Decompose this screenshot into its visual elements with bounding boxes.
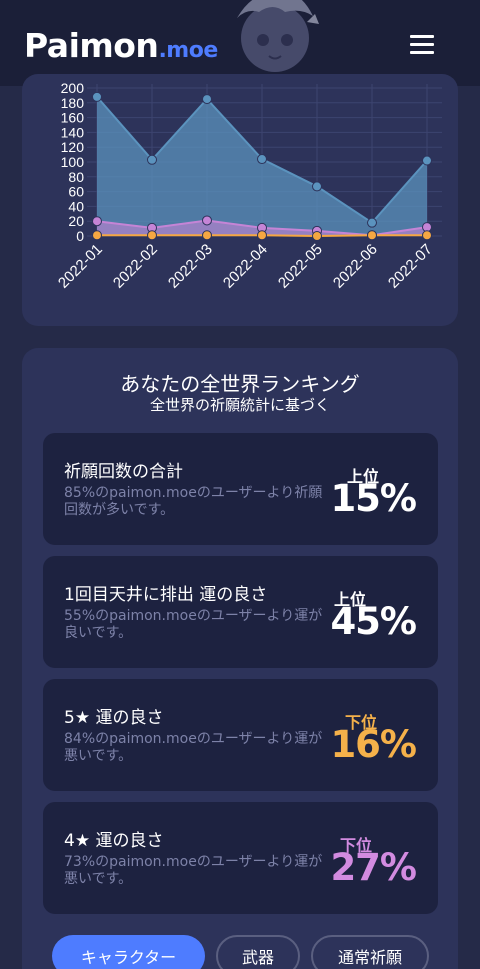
- stat-label: 5★ 運の良さ: [64, 708, 164, 728]
- stat-4star-luck: 4★ 運の良さ 73%のpaimon.moeのユーザーより運が悪いです。 下位 …: [43, 802, 438, 914]
- data-point: [202, 215, 212, 226]
- data-point: [92, 91, 102, 102]
- data-point: [147, 230, 157, 241]
- stat-percent: 45%: [330, 600, 417, 643]
- tab-weapon[interactable]: 武器: [216, 935, 300, 969]
- y-tick-label: 200: [61, 80, 85, 96]
- y-tick-label: 80: [68, 169, 84, 185]
- pull-history-chart: 0204060801001201401601802002022-01 2022-0…: [55, 80, 442, 292]
- x-tick-label: 2022-05: [275, 241, 326, 292]
- x-tick-label: 2022-01: [55, 241, 106, 292]
- stat-label: 1回目天井に排出 運の良さ: [64, 585, 268, 605]
- y-tick-label: 40: [68, 198, 84, 214]
- data-point: [92, 230, 102, 241]
- data-point: [367, 230, 377, 241]
- x-tick-label: 2022-02: [110, 241, 161, 292]
- x-tick-label: 2022-06: [330, 241, 381, 292]
- y-tick-label: 160: [61, 110, 85, 126]
- data-point: [92, 216, 102, 227]
- y-tick-label: 120: [61, 139, 85, 155]
- ranking-subtitle: 全世界の祈願統計に基づく: [149, 396, 330, 414]
- y-tick-label: 20: [68, 213, 84, 229]
- data-point: [257, 230, 267, 241]
- ranking-title: あなたの全世界ランキング: [120, 372, 360, 396]
- stat-first-pity-luck: 1回目天井に排出 運の良さ 55%のpaimon.moeのユーザーより運が良いで…: [43, 556, 438, 668]
- stat-total-wishes: 祈願回数の合計 85%のpaimon.moeのユーザーより祈願回数が多いです。 …: [43, 433, 438, 545]
- stat-percent: 27%: [330, 846, 417, 889]
- stat-description: 55%のpaimon.moeのユーザーより運が良いです。: [64, 608, 323, 641]
- stat-percent: 15%: [330, 477, 417, 520]
- y-tick-label: 140: [61, 124, 85, 140]
- data-point: [422, 155, 432, 166]
- stat-description: 85%のpaimon.moeのユーザーより祈願回数が多いです。: [64, 485, 323, 518]
- stat-5star-luck: 5★ 運の良さ 84%のpaimon.moeのユーザーより運が悪いです。 下位 …: [43, 679, 438, 791]
- y-tick-label: 0: [76, 228, 84, 244]
- data-point: [422, 230, 432, 241]
- tab-character[interactable]: キャラクター: [52, 935, 205, 969]
- data-point: [312, 181, 322, 192]
- tab-standard[interactable]: 通常祈願: [311, 935, 429, 969]
- logo-main-text: Paimon: [24, 26, 159, 65]
- stat-description: 73%のpaimon.moeのユーザーより運が悪いです。: [64, 854, 323, 887]
- data-point: [257, 154, 267, 165]
- y-tick-label: 100: [61, 154, 85, 170]
- pull-history-chart-card: 0 20 40 60 80 100 120 140 160 180 200 2022-01 2022-0…: [22, 74, 458, 326]
- data-point: [312, 231, 322, 241]
- stat-description: 84%のpaimon.moeのユーザーより運が悪いです。: [64, 731, 323, 764]
- x-tick-label: 2022-03: [165, 241, 216, 292]
- y-tick-label: 180: [61, 95, 85, 111]
- y-tick-label: 60: [68, 184, 84, 200]
- site-logo[interactable]: Paimon.moe: [24, 26, 218, 65]
- data-point: [147, 154, 157, 165]
- data-point: [202, 230, 212, 241]
- hamburger-menu-icon[interactable]: [404, 32, 440, 58]
- stat-label: 祈願回数の合計: [64, 462, 183, 482]
- x-tick-label: 2022-04: [220, 241, 271, 292]
- data-point: [367, 217, 377, 228]
- stat-label: 4★ 運の良さ: [64, 831, 164, 851]
- data-point: [202, 94, 212, 105]
- stat-percent: 16%: [330, 723, 417, 766]
- logo-suffix-text: .moe: [158, 38, 218, 63]
- x-tick-label: 2022-07: [385, 241, 436, 292]
